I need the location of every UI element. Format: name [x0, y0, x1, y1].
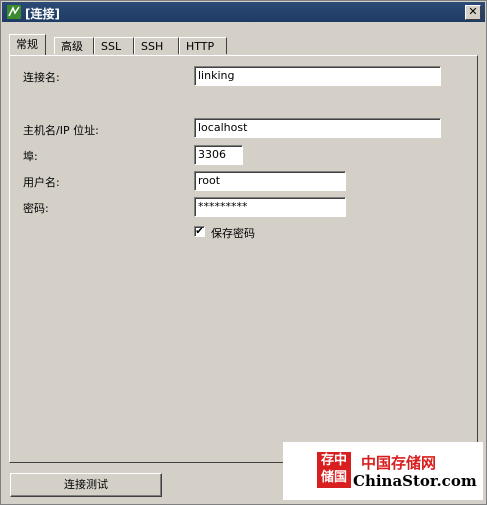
connection-name-label: 连接名: [23, 71, 60, 84]
tab-general[interactable]: 常规 [9, 34, 46, 55]
host-input[interactable]: localhost [194, 118, 441, 138]
test-connection-button[interactable]: 连接测试 [10, 473, 162, 497]
host-label: 主机名/IP 位址: [23, 124, 99, 137]
logo-text: 存中储国 [320, 453, 347, 485]
connection-dialog: [连接] ✕ 常规 高级 SSL SSH HTTP 连接名: linking 主… [0, 0, 487, 505]
title-bar[interactable]: [连接] ✕ [2, 2, 485, 22]
username-input[interactable]: root [194, 171, 346, 191]
connection-app-icon [7, 5, 21, 19]
save-password-label: 保存密码 [211, 227, 255, 240]
password-input[interactable]: ********* [194, 197, 346, 217]
port-label: 埠: [23, 150, 38, 163]
tab-http[interactable]: HTTP [179, 37, 227, 54]
window-title: [连接] [25, 7, 60, 21]
general-panel [9, 55, 478, 463]
password-label: 密码: [23, 202, 49, 215]
save-password-checkbox[interactable]: ✔ [194, 226, 205, 237]
tab-ssl[interactable]: SSL [94, 37, 134, 54]
chinastor-logo: 存中储国 [317, 452, 351, 488]
username-label: 用户名: [23, 176, 60, 189]
watermark-cn-text: 中国存储网 [361, 454, 437, 472]
tab-advanced[interactable]: 高级 [54, 37, 94, 54]
port-input[interactable]: 3306 [194, 145, 243, 165]
watermark: 存中储国 中国存储网 ChinaStor.com [283, 442, 483, 500]
close-button[interactable]: ✕ [465, 5, 481, 20]
watermark-en-text: ChinaStor.com [353, 472, 477, 490]
connection-name-input[interactable]: linking [194, 66, 441, 86]
tab-ssh[interactable]: SSH [134, 37, 179, 54]
